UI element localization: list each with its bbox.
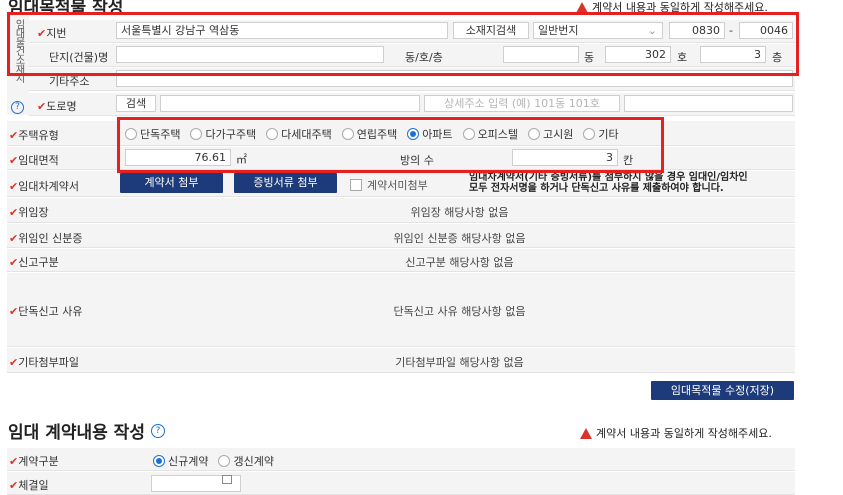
contract-row: ✔임대차계약서 계약서 첨부 증빙서류 첨부 계약서미첨부 임대차계약서(기타 … bbox=[7, 171, 795, 197]
warning-icon bbox=[580, 427, 592, 439]
road-search-button[interactable]: 검색 bbox=[116, 95, 156, 112]
power-of-attorney-row: ✔위임장 위임장 해당사항 없음 bbox=[7, 198, 795, 223]
warning-text: 계약서 내용과 동일하게 작성해주세요. bbox=[596, 427, 772, 440]
contract-type-radio[interactable]: 갱신계약 bbox=[218, 453, 274, 469]
road-address-row: ✔도로명 검색 상세주소 입력 (예) 101동 101호 bbox=[29, 93, 795, 116]
contract-notice-line2: 모두 전자서명을 하거나 단독신고 사유를 제출하여야 합니다. bbox=[469, 183, 724, 194]
warning-notice: 계약서 내용과 동일하게 작성해주세요. bbox=[580, 425, 772, 441]
attach-contract-button[interactable]: 계약서 첨부 bbox=[120, 173, 223, 193]
contract-type-label: ✔계약구분 bbox=[9, 455, 59, 468]
report-type-value: 신고구분 해당사항 없음 bbox=[405, 256, 514, 269]
report-type-label: ✔신고구분 bbox=[9, 256, 59, 269]
report-type-row: ✔신고구분 신고구분 해당사항 없음 bbox=[7, 249, 795, 272]
sole-report-row: ✔단독신고 사유 단독신고 사유 해당사항 없음 bbox=[7, 273, 795, 347]
save-lease-object-button[interactable]: 임대목적물 수정(저장) bbox=[651, 381, 794, 400]
road-address-field[interactable] bbox=[160, 95, 420, 112]
contract-type-radio-label: 신규계약 bbox=[168, 455, 209, 468]
other-attachment-row: ✔기타첨부파일 기타첨부파일 해당사항 없음 bbox=[7, 348, 795, 373]
power-of-attorney-value: 위임장 해당사항 없음 bbox=[410, 206, 509, 219]
housing-type-label: ✔주택유형 bbox=[9, 129, 59, 142]
delegate-id-label: ✔위임인 신분증 bbox=[9, 232, 83, 245]
section-title-contract: 임대 계약내용 작성 ? bbox=[8, 418, 165, 443]
sole-report-label: ✔단독신고 사유 bbox=[9, 305, 83, 318]
other-attachment-label: ✔기타첨부파일 bbox=[9, 356, 79, 369]
detail-address-placeholder: 상세주소 입력 (예) 101동 101호 bbox=[444, 97, 600, 110]
contract-type-radio[interactable]: 신규계약 bbox=[153, 453, 208, 469]
warning-icon bbox=[576, 1, 588, 13]
contract-type-radio-label: 갱신계약 bbox=[233, 455, 274, 468]
help-icon[interactable]: ? bbox=[150, 423, 165, 438]
highlight-box-housing-area bbox=[117, 117, 664, 173]
checkbox-icon bbox=[350, 179, 362, 191]
attach-evidence-button[interactable]: 증빙서류 첨부 bbox=[234, 173, 337, 193]
contract-not-attached-label: 계약서미첨부 bbox=[367, 179, 428, 192]
power-of-attorney-label: ✔위임장 bbox=[9, 206, 49, 219]
contract-type-row: ✔계약구분 신규계약 갱신계약 bbox=[7, 448, 795, 471]
calendar-icon[interactable] bbox=[222, 475, 232, 484]
delegate-id-row: ✔위임인 신분증 위임인 신분증 해당사항 없음 bbox=[7, 224, 795, 248]
contract-notice: 임대차계약서(기타 증빙서류)를 첨부하지 않을 경우 임대인/임차인 모두 전… bbox=[469, 172, 748, 194]
contract-not-attached-checkbox[interactable]: 계약서미첨부 bbox=[350, 177, 428, 193]
contract-date-label: ✔체결일 bbox=[9, 479, 49, 492]
radio-circle-icon bbox=[218, 455, 231, 467]
radio-circle-icon bbox=[153, 455, 165, 467]
other-attachment-value: 기타첨부파일 해당사항 없음 bbox=[395, 356, 524, 369]
help-icon[interactable]: ? bbox=[11, 101, 24, 114]
contract-label: ✔임대차계약서 bbox=[9, 180, 79, 193]
lease-area-label: ✔임대면적 bbox=[9, 154, 59, 167]
contract-notice-line1: 임대차계약서(기타 증빙서류)를 첨부하지 않을 경우 임대인/임차인 bbox=[469, 172, 748, 183]
sole-report-value: 단독신고 사유 해당사항 없음 bbox=[393, 305, 526, 318]
highlight-box-location bbox=[7, 12, 799, 76]
road-extra-field[interactable] bbox=[624, 95, 793, 112]
road-label: ✔도로명 bbox=[37, 100, 77, 113]
detail-address-field[interactable]: 상세주소 입력 (예) 101동 101호 bbox=[424, 95, 620, 112]
section-title-contract-text: 임대 계약내용 작성 bbox=[8, 423, 145, 443]
delegate-id-value: 위임인 신분증 해당사항 없음 bbox=[393, 232, 526, 245]
contract-type-radio-group: 신규계약 갱신계약 bbox=[153, 453, 284, 469]
